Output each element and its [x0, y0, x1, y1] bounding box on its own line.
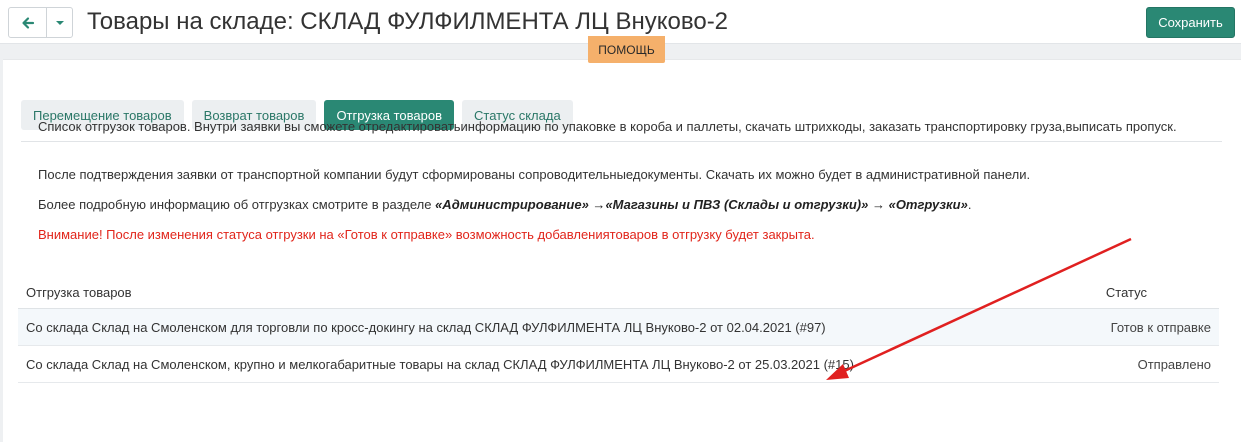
shipment-status: Готов к отправке [1110, 319, 1211, 335]
table-row[interactable]: Со склада Склад на Смоленском для торгов… [18, 309, 1219, 346]
info-paragraph-2: После подтверждения заявки от транспортн… [38, 167, 1031, 182]
arrow-separator-2: → [868, 197, 889, 212]
info-p3-prefix: Более подробную информацию об отгрузках … [38, 197, 436, 212]
info-block: Список отгрузок товаров. Внутри заявки в… [38, 117, 1218, 242]
column-header-status: Статус [1105, 284, 1147, 300]
shipment-title[interactable]: Со склада Склад на Смоленском для торгов… [26, 320, 826, 335]
info-paragraph-1: Список отгрузок товаров. Внутри заявки в… [38, 119, 1177, 134]
arrow-left-icon [21, 16, 34, 29]
caret-down-icon [55, 20, 64, 25]
help-tab[interactable]: ПОМОЩЬ [588, 36, 665, 63]
page-title: Товары на складе: СКЛАД ФУЛФИЛМЕНТА ЛЦ В… [87, 8, 729, 35]
shipments-link[interactable]: «Отгрузки» [889, 197, 968, 212]
tab-divider [21, 141, 1222, 142]
save-button[interactable]: Сохранить [1146, 7, 1235, 38]
column-header-shipment: Отгрузка товаров [26, 284, 132, 300]
shipments-table: Отгрузка товаров Статус Со склада Склад … [18, 276, 1219, 383]
stores-pickup-link[interactable]: «Магазины и ПВЗ (Склады и отгрузки)» [605, 197, 868, 212]
admin-link[interactable]: «Администрирование» [435, 197, 589, 212]
shipment-status: Отправлено [1137, 356, 1211, 372]
back-button[interactable] [9, 8, 47, 37]
warning-text: Внимание! После изменения статуса отгруз… [38, 227, 815, 242]
table-row[interactable]: Со склада Склад на Смоленском, крупно и … [18, 346, 1219, 383]
shipment-title[interactable]: Со склада Склад на Смоленском, крупно и … [26, 357, 854, 372]
history-dropdown-button[interactable] [47, 8, 72, 37]
info-paragraph-3: Более подробную информацию об отгрузках … [38, 195, 971, 214]
nav-button-group [8, 7, 73, 38]
table-header: Отгрузка товаров Статус [18, 276, 1219, 309]
info-p3-suffix: . [967, 197, 972, 212]
arrow-separator-1: → [588, 197, 606, 212]
